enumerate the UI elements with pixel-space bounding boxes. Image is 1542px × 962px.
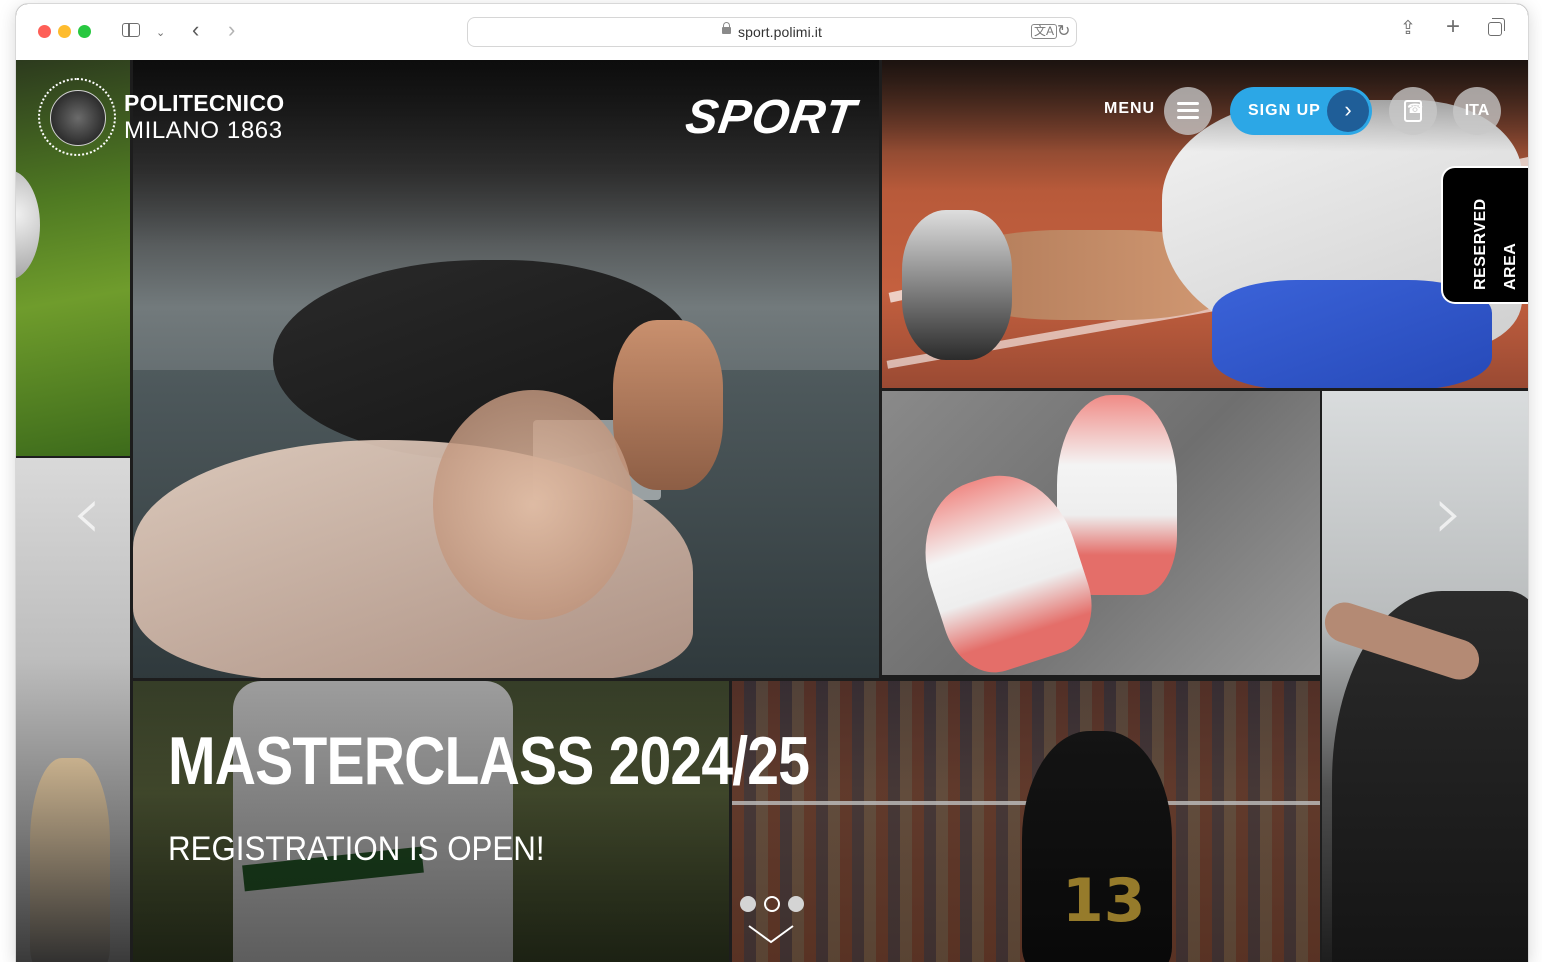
slider-prev-arrow-icon[interactable]: ‹ [72, 470, 102, 556]
sidebar-icon[interactable] [122, 23, 140, 37]
reserved-area-label: RESERVED AREA [1472, 198, 1519, 290]
yoga-photo [133, 60, 879, 678]
logo-name[interactable]: POLITECNICO [124, 90, 284, 117]
slider-dot-2[interactable] [764, 896, 780, 912]
boxing-gloves-photo [882, 391, 1320, 675]
scroll-down-chevron-icon[interactable] [748, 924, 794, 946]
slider-dot-3[interactable] [788, 896, 804, 912]
browser-window: ⌄ ‹ › sport.polimi.it 文A ↻ ⇪ + 13 POLITE… [16, 4, 1528, 962]
language-switch-button[interactable]: ITA [1453, 87, 1501, 135]
new-tab-icon[interactable]: + [1446, 15, 1460, 39]
slide-subtitle[interactable]: REGISTRATION IS OPEN! [168, 830, 545, 869]
sport-logo[interactable]: SPORT [682, 90, 859, 145]
hero-slider: 13 POLITECNICO MILANO 1863 SPORT MENU SI… [16, 60, 1528, 962]
reload-icon[interactable]: ↻ [1057, 21, 1070, 41]
arrow-right-icon: › [1327, 90, 1369, 132]
back-icon[interactable]: ‹ [192, 19, 199, 41]
slider-dot-1[interactable] [740, 896, 756, 912]
close-window-button[interactable] [38, 25, 51, 38]
logo-subtitle[interactable]: MILANO 1863 [124, 117, 283, 145]
forward-icon[interactable]: › [228, 19, 235, 41]
zoom-window-button[interactable] [78, 25, 91, 38]
volleyball-photo: 13 [732, 681, 1320, 962]
url-text[interactable]: sport.polimi.it [738, 24, 822, 40]
sign-up-label: SIGN UP [1248, 102, 1321, 119]
hamburger-menu-button[interactable] [1164, 87, 1212, 135]
dancer-photo [1322, 391, 1528, 962]
tab-overview-icon[interactable] [1488, 18, 1505, 36]
address-bar[interactable]: sport.polimi.it 文A ↻ [467, 17, 1077, 47]
politecnico-seal-logo[interactable] [38, 78, 116, 156]
lock-icon [722, 22, 731, 34]
slider-next-arrow-icon[interactable]: › [1434, 470, 1464, 556]
share-icon[interactable]: ⇪ [1400, 19, 1416, 38]
translate-icon[interactable]: 文A [1031, 24, 1058, 39]
minimize-window-button[interactable] [58, 25, 71, 38]
slide-title[interactable]: MASTERCLASS 2024/25 [168, 722, 810, 800]
chevron-down-icon[interactable]: ⌄ [156, 24, 165, 42]
reserved-area-tab[interactable]: RESERVED AREA [1441, 166, 1528, 304]
menu-label[interactable]: MENU [1104, 100, 1155, 118]
phonebook-icon[interactable] [1389, 87, 1437, 135]
sign-up-button[interactable]: SIGN UP › [1230, 87, 1372, 135]
hamburger-icon [1177, 102, 1199, 105]
browser-toolbar: ⌄ ‹ › sport.polimi.it 文A ↻ ⇪ + [16, 4, 1528, 61]
